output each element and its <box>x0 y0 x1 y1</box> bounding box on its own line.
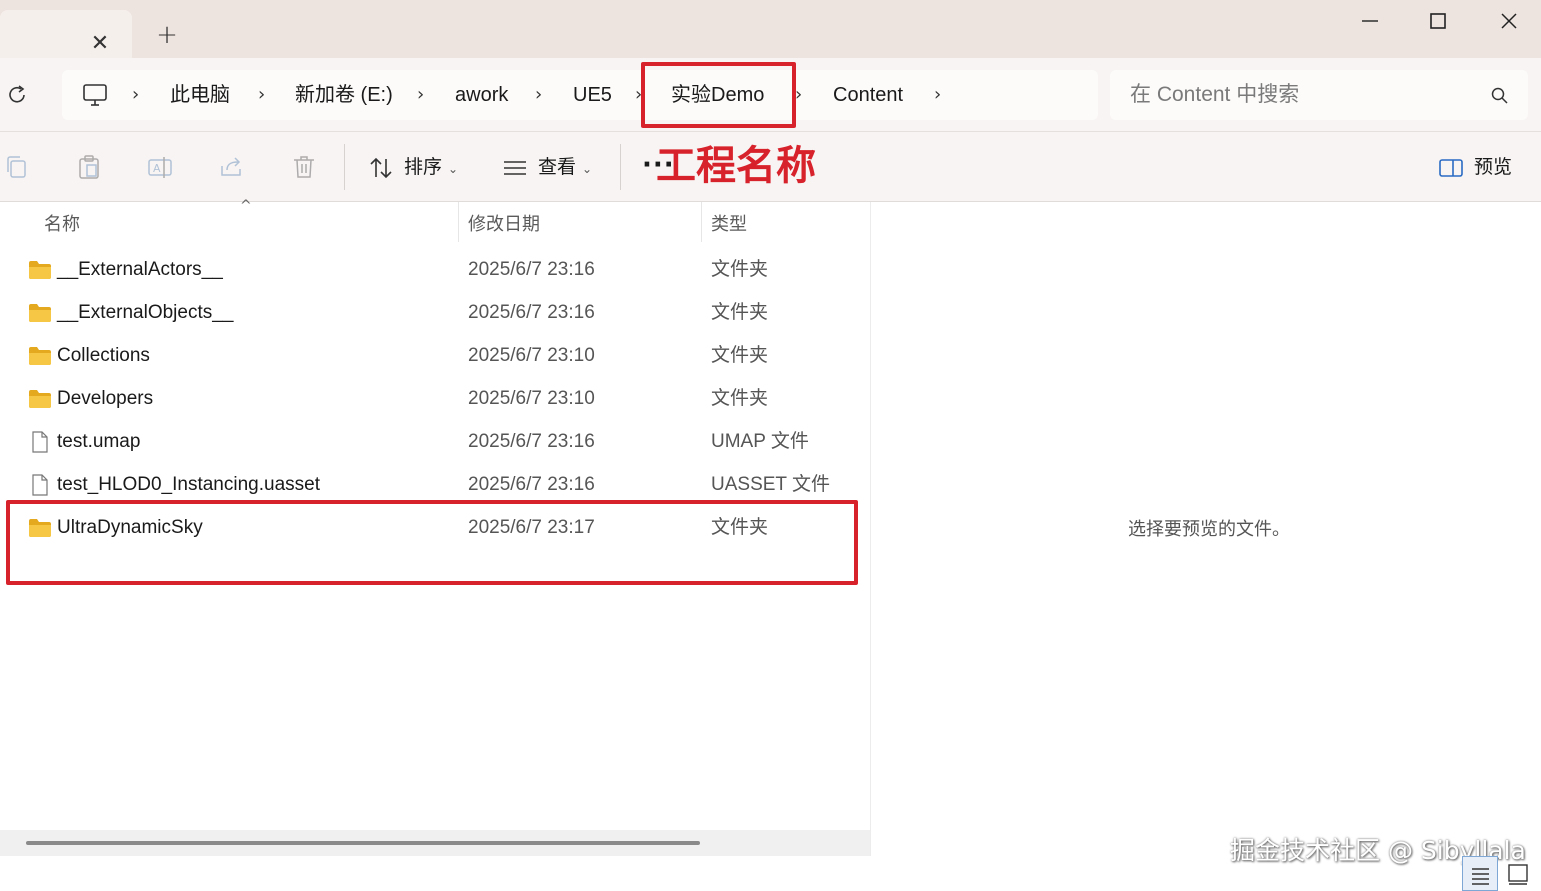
folder-icon <box>28 259 52 281</box>
file-type: UMAP 文件 <box>711 431 809 452</box>
chevron-down-icon: ⌄ <box>582 162 593 176</box>
maximize-button[interactable] <box>1408 6 1468 36</box>
window-close-button[interactable] <box>1478 6 1538 36</box>
copy-icon[interactable] <box>4 154 30 180</box>
folder-icon <box>28 388 52 410</box>
refresh-button[interactable] <box>4 82 30 108</box>
column-header-type[interactable]: 类型 <box>711 208 747 242</box>
preview-pane-icon <box>1439 158 1463 177</box>
column-separator[interactable] <box>458 202 459 242</box>
view-label: 查看 <box>538 156 577 178</box>
file-type: UASSET 文件 <box>711 474 830 495</box>
file-type: 文件夹 <box>711 302 769 323</box>
file-type: 文件夹 <box>711 388 769 409</box>
sort-icon <box>370 157 392 178</box>
annotation-project-name-label: 工程名称 <box>656 143 816 189</box>
file-name[interactable]: Collections <box>57 343 150 369</box>
breadcrumb-chevron-icon[interactable]: › <box>258 82 272 108</box>
search-placeholder: 在 Content 中搜索 <box>1130 83 1300 106</box>
details-view-icon <box>1472 868 1489 885</box>
share-icon[interactable] <box>219 154 245 180</box>
refresh-icon <box>9 85 25 103</box>
breadcrumb-ue5[interactable]: UE5 <box>573 82 612 108</box>
search-icon <box>1491 87 1508 104</box>
tab-close-icon[interactable]: ✕ <box>86 30 114 58</box>
file-date: 2025/6/7 23:16 <box>468 474 595 495</box>
search-input[interactable]: 在 Content 中搜索 <box>1110 70 1528 120</box>
breadcrumb-content[interactable]: Content <box>833 82 903 108</box>
file-name[interactable]: __ExternalActors__ <box>57 257 223 283</box>
tiles-view-icon[interactable] <box>1506 862 1530 886</box>
file-date: 2025/6/7 23:10 <box>468 345 595 366</box>
tab-current[interactable]: ✕ <box>0 10 132 58</box>
file-date: 2025/6/7 23:16 <box>468 302 595 323</box>
rename-icon[interactable]: A <box>147 154 173 180</box>
title-bar: ✕ + <box>0 0 1541 58</box>
breadcrumb-chevron-icon[interactable]: › <box>795 82 809 108</box>
delete-icon[interactable] <box>291 154 317 180</box>
sort-button[interactable]: 排序 ⌄ <box>368 152 458 182</box>
folder-icon <box>28 302 52 324</box>
file-name[interactable]: test.umap <box>57 429 140 455</box>
sort-label: 排序 <box>404 156 443 178</box>
file-icon <box>28 474 52 496</box>
file-row[interactable]: Collections 2025/6/7 23:10 文件夹 <box>0 335 860 378</box>
column-header-name[interactable]: 名称 <box>44 208 80 242</box>
maximize-icon <box>1430 13 1446 29</box>
breadcrumb-chevron-icon[interactable]: › <box>934 82 948 108</box>
sort-ascending-icon: ^ <box>240 198 252 214</box>
minimize-button[interactable] <box>1340 6 1400 36</box>
view-list-icon <box>504 160 526 175</box>
file-date: 2025/6/7 23:16 <box>468 259 595 280</box>
breadcrumb-chevron-icon[interactable]: › <box>417 82 431 108</box>
file-date: 2025/6/7 23:10 <box>468 388 595 409</box>
breadcrumb-drive-e[interactable]: 新加卷 (E:) <box>295 82 393 108</box>
svg-text:A: A <box>153 162 161 175</box>
breadcrumb-this-pc[interactable]: 此电脑 <box>170 82 230 108</box>
close-icon <box>1501 13 1517 29</box>
file-name[interactable]: Developers <box>57 386 153 412</box>
new-tab-icon[interactable]: + <box>152 20 182 50</box>
view-button[interactable]: 查看 ⌄ <box>502 152 592 182</box>
paste-icon[interactable] <box>76 154 102 180</box>
file-date: 2025/6/7 23:16 <box>468 431 595 452</box>
column-header-date[interactable]: 修改日期 <box>468 208 540 242</box>
toolbar-separator <box>620 144 621 190</box>
file-type: 文件夹 <box>711 345 769 366</box>
details-view-button[interactable] <box>1462 856 1498 891</box>
file-icon <box>28 431 52 453</box>
address-bar[interactable]: › 此电脑 › 新加卷 (E:) › awork › UE5 › 实验Demo … <box>62 70 1098 120</box>
project-name-highlight <box>641 62 796 128</box>
breadcrumb-chevron-icon[interactable]: › <box>132 82 146 108</box>
file-type: 文件夹 <box>711 259 769 280</box>
horizontal-scrollbar[interactable] <box>0 830 870 856</box>
folder-icon <box>28 345 52 367</box>
file-row[interactable]: __ExternalActors__ 2025/6/7 23:16 文件夹 <box>0 249 860 292</box>
ultradynamicsky-highlight <box>6 500 858 585</box>
file-row[interactable]: __ExternalObjects__ 2025/6/7 23:16 文件夹 <box>0 292 860 335</box>
command-bar: A 排序 ⌄ 查看 ⌄ ··· 工程名称 预览 <box>0 132 1541 202</box>
breadcrumb-awork[interactable]: awork <box>455 82 508 108</box>
column-separator[interactable] <box>701 202 702 242</box>
preview-label: 预览 <box>1474 156 1513 178</box>
preview-pane: 选择要预览的文件。 <box>871 202 1541 891</box>
breadcrumb-chevron-icon[interactable]: › <box>535 82 549 108</box>
file-name[interactable]: test_HLOD0_Instancing.uasset <box>57 472 320 498</box>
scrollbar-thumb[interactable] <box>26 841 700 845</box>
toolbar-separator <box>344 144 345 190</box>
file-row[interactable]: test.umap 2025/6/7 23:16 UMAP 文件 <box>0 421 860 464</box>
preview-empty-message: 选择要预览的文件。 <box>1128 519 1290 540</box>
file-name[interactable]: __ExternalObjects__ <box>57 300 233 326</box>
minimize-icon <box>1362 20 1378 22</box>
preview-pane-button[interactable]: 预览 <box>1438 152 1512 182</box>
file-row[interactable]: Developers 2025/6/7 23:10 文件夹 <box>0 378 860 421</box>
chevron-down-icon: ⌄ <box>448 162 459 176</box>
view-toggles <box>1462 856 1541 891</box>
this-pc-icon[interactable] <box>82 82 108 108</box>
